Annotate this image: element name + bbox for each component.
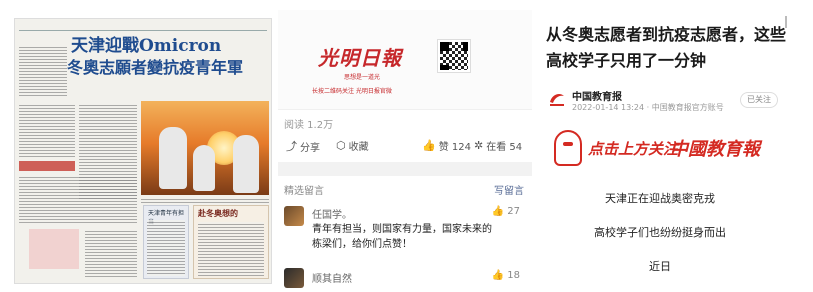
inset-title: 赴冬奥想的 (198, 209, 238, 218)
china-education-daily-icon (550, 94, 564, 106)
qr-code (437, 39, 471, 73)
section-divider (278, 162, 532, 176)
newspaper-headline: 天津迎戰Omicron 冬奧志願者變抗疫青年軍 (67, 36, 243, 77)
article-paragraph: 天津正在迎战奥密克戎 (605, 192, 715, 205)
newspaper-headline-line-2: 冬奧志願者變抗疫青年軍 (67, 57, 244, 77)
read-count: 阅读 1.2万 (284, 120, 334, 131)
newspaper-pink-block (29, 229, 79, 269)
newspaper-column-text (85, 229, 137, 279)
watch-button[interactable]: ✲ 在看 54 (474, 138, 522, 153)
thumb-up-icon: 👍 (422, 139, 436, 152)
sparkle-icon: ✲ (474, 139, 484, 152)
mascot-icon (554, 130, 582, 166)
inset-text (147, 220, 185, 276)
like-button[interactable]: 👍 赞 124 (422, 138, 471, 153)
banner-slogan: 思想是一道光 (344, 74, 381, 81)
comment-like-count: 18 (507, 270, 520, 281)
hazmat-worker-figure (159, 127, 187, 189)
newspaper-photo (141, 101, 269, 195)
inset-text (198, 222, 264, 276)
newspaper-top-rule (19, 23, 267, 31)
thumb-up-icon: 👍 (491, 206, 505, 217)
comments-header: 精选留言 (284, 186, 324, 197)
article-title: 从冬奥志愿者到抗疫志愿者，这些高校学子只用了一分钟 (546, 25, 787, 70)
article-action-bar: ⤴ 分享 ⬡ 收藏 👍 赞 124 ✲ 在看 54 (278, 136, 532, 158)
share-label: 分享 (300, 142, 320, 154)
share-button[interactable]: ⤴ 分享 (286, 138, 320, 154)
comment-like-count: 27 (507, 206, 520, 217)
article-paragraph: 近日 (649, 260, 671, 273)
hazmat-worker-figure (233, 135, 259, 193)
comment-author[interactable]: 任国学。 (312, 206, 352, 221)
follow-banner-image: 点击上方关注 中國教育報 (550, 130, 780, 166)
like-label: 赞 124 (438, 142, 471, 153)
collect-label: 收藏 (348, 142, 369, 153)
newspaper-red-bar (19, 161, 75, 171)
comment-author[interactable]: 顺其自然 (312, 270, 352, 285)
newspaper-inset-right: 赴冬奥想的 (193, 205, 269, 279)
avatar[interactable] (284, 268, 304, 288)
source-name[interactable]: 中国教育报 (572, 88, 622, 103)
newspaper-column-text (19, 175, 137, 225)
article-paragraph: 高校学子们也纷纷挺身而出 (594, 226, 726, 239)
watch-label: 在看 54 (486, 142, 523, 153)
comment-like-button[interactable]: 👍 18 (492, 270, 520, 281)
guangming-daily-banner: 光明日報 思想是一道光 长按二维码关注 光明日报官微 (278, 10, 532, 110)
newspaper-column-text (19, 103, 75, 159)
source-meta: 2022-01-14 13:24 · 中国教育报官方账号 (572, 103, 724, 112)
thumb-up-icon: 👍 (491, 270, 505, 281)
newspaper-headline-line-1: 天津迎戰Omicron (71, 36, 222, 56)
hazmat-worker-figure (193, 145, 215, 191)
china-education-daily-logo: 中國教育報 (670, 139, 760, 160)
banner-text: 点击上方关注 (588, 140, 679, 158)
follow-button[interactable]: 已关注 (740, 92, 778, 108)
banner-subtext: 长按二维码关注 光明日报官微 (312, 88, 392, 95)
screenshot-collage: 天津迎戰Omicron 冬奧志願者變抗疫青年軍 天津青年有担当 赴冬奥想的 光明… (0, 0, 813, 292)
newspaper-column-text (19, 45, 67, 97)
newspaper-inset-left: 天津青年有担当 (143, 205, 189, 279)
cube-icon: ⬡ (336, 139, 346, 152)
write-comment-link[interactable]: 写留言 (494, 182, 524, 197)
share-icon: ⤴ (286, 140, 297, 153)
newspaper-page-image: 天津迎戰Omicron 冬奧志願者變抗疫青年軍 天津青年有担当 赴冬奥想的 (14, 18, 272, 284)
article-view: 从冬奥志愿者到抗疫志愿者，这些高校学子只用了一分钟 中国教育报 2022-01-… (540, 0, 813, 292)
wechat-article-footer: 光明日報 思想是一道光 长按二维码关注 光明日报官微 阅读 1.2万 ⤴ 分享 … (278, 10, 532, 292)
comment-text: 青年有担当，则国家有力量，国家未来的栋梁们，给你们点赞！ (312, 224, 492, 250)
collect-button[interactable]: ⬡ 收藏 (336, 138, 369, 153)
guangming-daily-logo: 光明日報 (318, 46, 402, 70)
avatar[interactable] (284, 206, 304, 226)
comment-like-button[interactable]: 👍 27 (492, 206, 520, 217)
newspaper-photo-caption (141, 197, 269, 203)
